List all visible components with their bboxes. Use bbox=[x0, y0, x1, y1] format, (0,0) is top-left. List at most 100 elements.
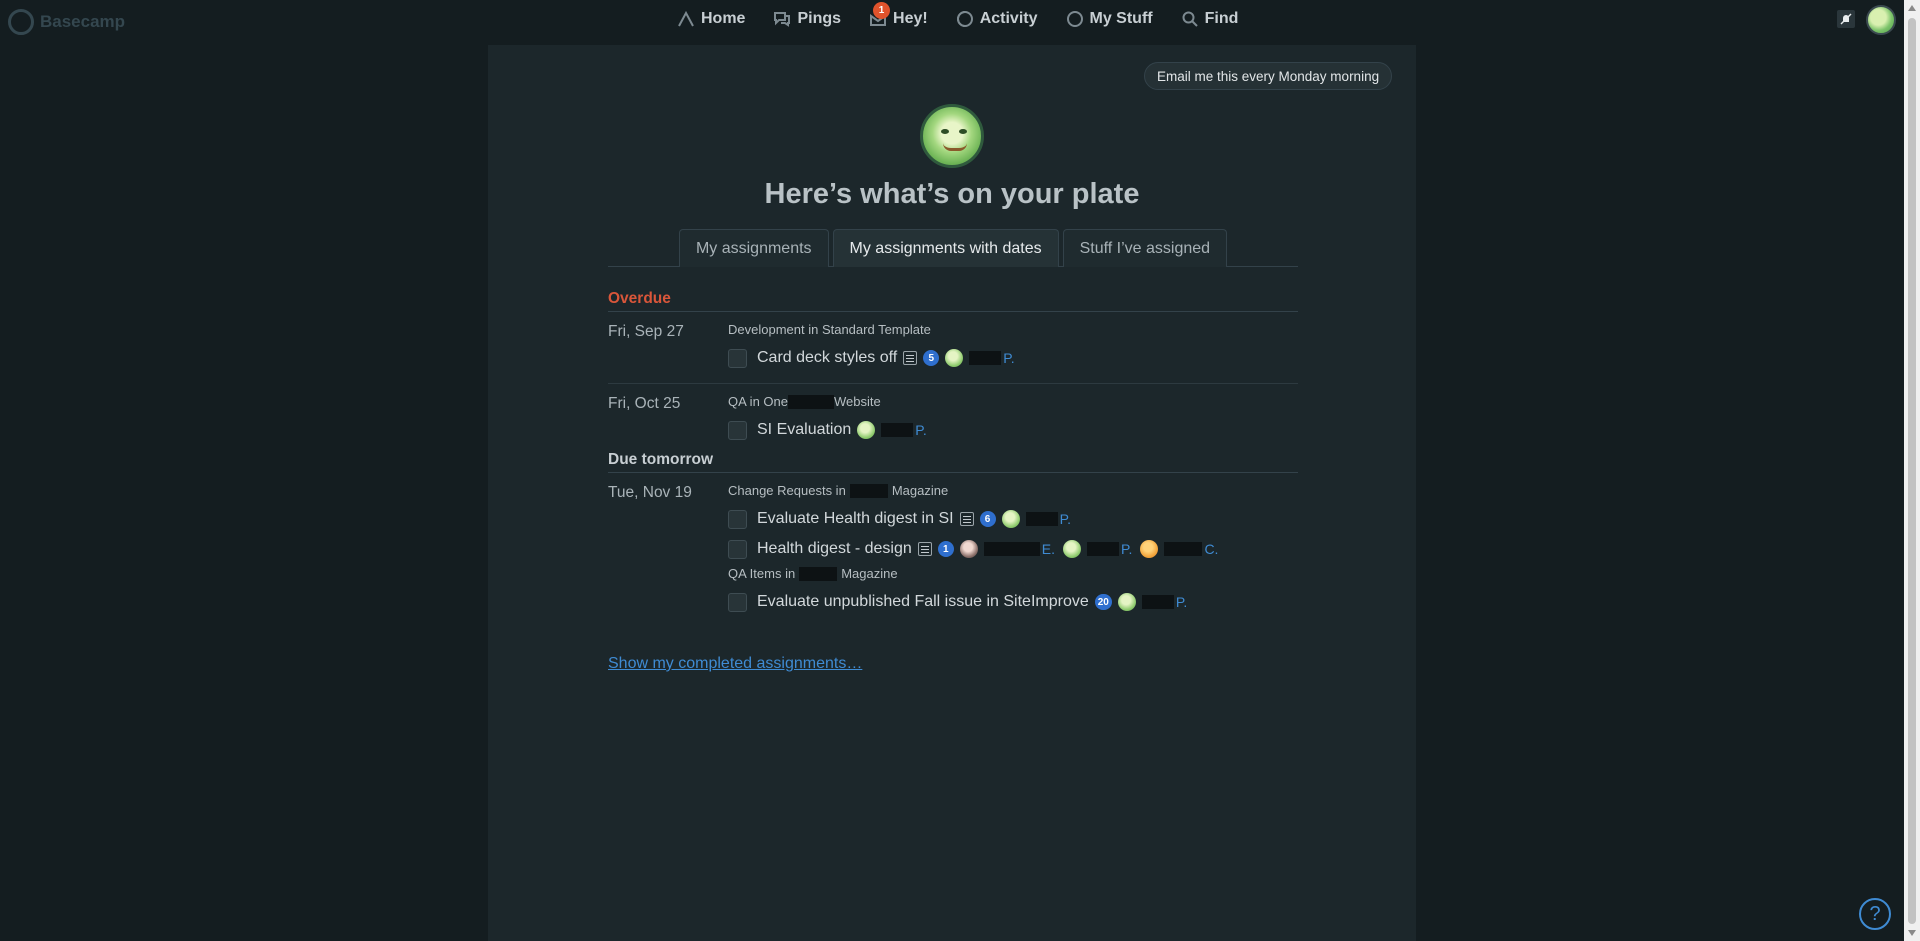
nav-pings-label: Pings bbox=[797, 10, 842, 27]
assignee-name[interactable]: P. bbox=[1025, 511, 1071, 527]
nav-my-stuff[interactable]: My Stuff bbox=[1066, 10, 1153, 28]
assignee-name[interactable]: P. bbox=[969, 350, 1015, 366]
show-completed-assignments-link[interactable]: Show my completed assignments… bbox=[608, 655, 862, 673]
nav-hey-label: Hey! bbox=[893, 10, 928, 27]
todo-list-title-text: Change Requests in bbox=[728, 483, 846, 498]
redacted-name bbox=[1087, 542, 1119, 556]
user-avatar[interactable] bbox=[1866, 5, 1896, 35]
notes-icon bbox=[959, 512, 974, 526]
tab-my-assignments[interactable]: My assignments bbox=[678, 229, 829, 267]
nav-activity[interactable]: Activity bbox=[956, 10, 1038, 28]
todo-title[interactable]: Card deck styles off bbox=[757, 349, 897, 367]
redacted-name bbox=[881, 423, 914, 437]
basecamp-logo[interactable]: Basecamp bbox=[8, 9, 125, 35]
assignments-list: Overdue Fri, Sep 27 Development in Stand… bbox=[608, 290, 1298, 673]
todo-list-title-suffix: Magazine bbox=[891, 483, 949, 498]
assignee-avatar bbox=[945, 349, 964, 367]
todo-item: Evaluate Health digest in SI 6 P. bbox=[728, 504, 1298, 534]
todo-title[interactable]: Evaluate Health digest in SI bbox=[757, 510, 954, 528]
todo-list-title[interactable]: QA Items in Magazine bbox=[728, 566, 1298, 581]
todo-list-title-text: QA Items in bbox=[728, 566, 796, 581]
assignee-avatar bbox=[1117, 593, 1136, 611]
comment-count-badge: 5 bbox=[923, 350, 940, 366]
todo-checkbox[interactable] bbox=[728, 348, 747, 368]
email-weekly-button[interactable]: Email me this every Monday morning bbox=[1144, 62, 1393, 90]
todo-list-title[interactable]: Change Requests in Magazine bbox=[728, 483, 1298, 498]
todo-checkbox[interactable] bbox=[728, 592, 747, 612]
notifications-muted-bell-icon[interactable] bbox=[1837, 10, 1855, 28]
todo-title[interactable]: Evaluate unpublished Fall issue in SiteI… bbox=[757, 593, 1089, 611]
assignee-avatar bbox=[959, 540, 978, 558]
todo-title[interactable]: SI Evaluation bbox=[757, 421, 851, 439]
assignee-name[interactable]: P. bbox=[881, 422, 927, 438]
todo-checkbox[interactable] bbox=[728, 420, 747, 440]
tab-my-assignments-with-dates[interactable]: My assignments with dates bbox=[832, 229, 1059, 267]
nav-find[interactable]: Find bbox=[1181, 10, 1239, 28]
assignee-name[interactable]: C. bbox=[1164, 541, 1218, 557]
todo-item: SI Evaluation P. bbox=[728, 415, 1298, 445]
redacted-name bbox=[1025, 512, 1058, 526]
assignee-name[interactable]: E. bbox=[983, 541, 1055, 557]
profile-avatar bbox=[920, 104, 984, 168]
help-icon[interactable]: ? bbox=[1859, 898, 1891, 930]
todo-item: Card deck styles off 5 P. bbox=[728, 343, 1298, 373]
basecamp-logo-icon bbox=[8, 9, 34, 35]
main-nav: Home Pings 1 Hey! Activity My Stuff Find bbox=[677, 2, 1266, 28]
todo-title[interactable]: Health digest - design bbox=[757, 540, 912, 558]
nav-activity-label: Activity bbox=[979, 10, 1038, 27]
date-group: Tue, Nov 19 Change Requests in Magazine … bbox=[608, 473, 1298, 617]
assignee-initial: C. bbox=[1204, 541, 1219, 557]
redacted-text bbox=[787, 394, 834, 409]
home-icon bbox=[678, 10, 694, 27]
nav-my-stuff-label: My Stuff bbox=[1089, 10, 1153, 27]
redacted-name bbox=[1141, 595, 1174, 609]
redacted-name bbox=[969, 351, 1002, 365]
vertical-scrollbar[interactable] bbox=[1904, 0, 1920, 941]
brand-name: Basecamp bbox=[40, 12, 126, 31]
scroll-up-arrow-icon[interactable] bbox=[1908, 5, 1916, 11]
nav-pings[interactable]: Pings bbox=[773, 10, 841, 28]
todo-list-title[interactable]: Development in Standard Template bbox=[728, 322, 1298, 337]
scroll-down-arrow-icon[interactable] bbox=[1908, 930, 1916, 936]
tab-stuff-ive-assigned[interactable]: Stuff I’ve assigned bbox=[1062, 229, 1228, 267]
todo-list-title-suffix: Website bbox=[833, 394, 881, 409]
assignee-avatar bbox=[1063, 540, 1081, 558]
top-navigation: Basecamp Home Pings 1 Hey! Activity My S… bbox=[0, 0, 1904, 42]
todo-checkbox[interactable] bbox=[728, 509, 747, 529]
nav-find-label: Find bbox=[1204, 10, 1239, 27]
scrollbar-thumb[interactable] bbox=[1908, 18, 1916, 924]
assignee-name[interactable]: P. bbox=[1087, 541, 1132, 557]
nav-hey[interactable]: 1 Hey! bbox=[869, 2, 928, 28]
comment-count-badge: 1 bbox=[937, 541, 954, 557]
assignee-avatar bbox=[857, 421, 876, 439]
assignee-initial: P. bbox=[1121, 541, 1133, 557]
nav-home-label: Home bbox=[701, 10, 746, 27]
my-stuff-icon bbox=[1066, 11, 1083, 27]
assignee-name[interactable]: P. bbox=[1141, 594, 1188, 610]
todo-checkbox[interactable] bbox=[728, 539, 747, 559]
due-date: Tue, Nov 19 bbox=[608, 484, 692, 501]
assignee-avatar bbox=[1140, 540, 1159, 558]
date-group: Fri, Sep 27 Development in Standard Temp… bbox=[608, 312, 1298, 384]
notes-icon bbox=[903, 351, 918, 365]
nav-home[interactable]: Home bbox=[677, 10, 745, 28]
comment-count-badge: 6 bbox=[979, 511, 996, 527]
todo-list-title[interactable]: QA in One Website bbox=[728, 394, 1298, 409]
assignee-initial: P. bbox=[1059, 511, 1071, 527]
date-group: Fri, Oct 25 QA in One Website SI Evaluat… bbox=[608, 384, 1298, 445]
section-heading-overdue: Overdue bbox=[608, 290, 1298, 312]
due-date: Fri, Oct 25 bbox=[608, 395, 681, 412]
todo-list-title-text: QA in One bbox=[728, 394, 788, 409]
redacted-text bbox=[799, 566, 838, 581]
hey-notification-badge: 1 bbox=[873, 2, 891, 19]
activity-icon bbox=[956, 11, 973, 27]
todo-list-title-text: Development in Standard Template bbox=[728, 322, 931, 337]
notes-icon bbox=[917, 542, 932, 556]
redacted-name bbox=[1164, 542, 1203, 556]
section-heading-due-tomorrow: Due tomorrow bbox=[608, 451, 1298, 473]
pings-icon bbox=[774, 12, 791, 27]
todo-item: Health digest - design 1 E. P. C. bbox=[728, 534, 1298, 564]
assignment-tabs: My assignments My assignments with dates… bbox=[608, 229, 1298, 267]
assignee-initial: P. bbox=[1175, 594, 1188, 610]
assignments-panel: Email me this every Monday morning Here’… bbox=[488, 45, 1416, 941]
